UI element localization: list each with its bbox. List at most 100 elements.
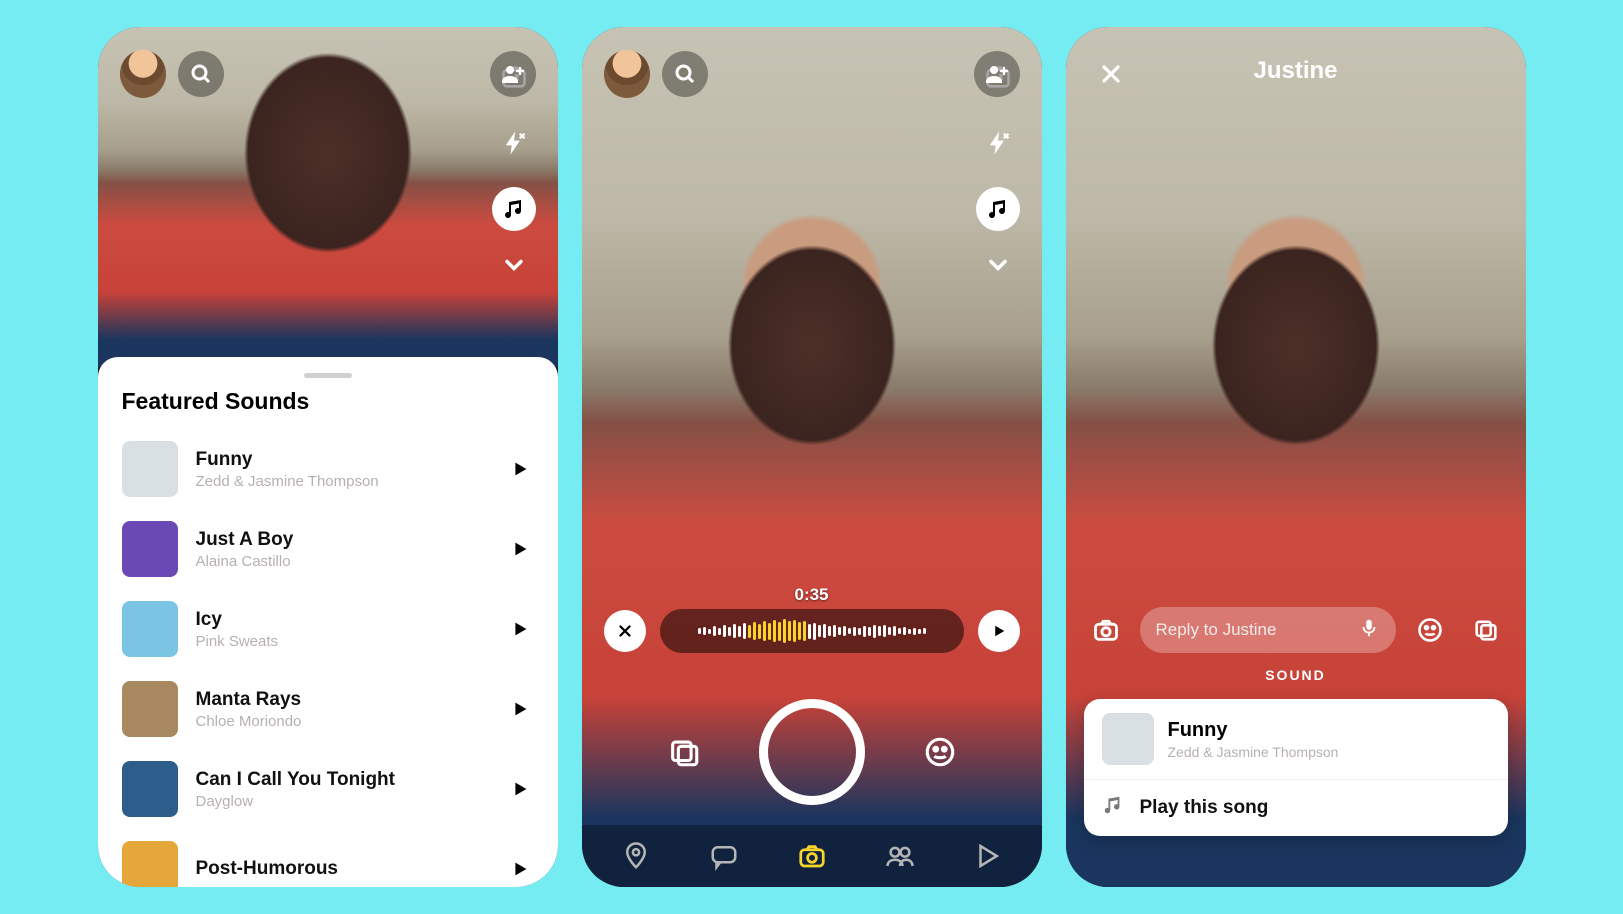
bitmoji-avatar[interactable]	[604, 51, 650, 97]
sound-row[interactable]: Just A Boy Alaina Castillo	[122, 509, 534, 589]
sound-artist: Pink Sweats	[196, 633, 279, 650]
avatar-icon	[604, 50, 650, 98]
bitmoji-avatar[interactable]	[120, 51, 166, 97]
chevron-down-icon	[984, 251, 1012, 279]
camera-reply-button[interactable]	[1084, 608, 1128, 652]
sound-art	[122, 521, 178, 577]
music-note-icon	[1102, 794, 1126, 822]
remove-sound-button[interactable]	[604, 610, 646, 652]
capture-controls	[582, 699, 1042, 805]
sound-artist: Chloe Moriondo	[196, 713, 302, 730]
sound-preview-header[interactable]: Funny Zedd & Jasmine Thompson	[1102, 713, 1490, 779]
sound-art	[122, 841, 178, 887]
add-friend-button[interactable]	[974, 51, 1020, 97]
stories-nav-icon	[885, 841, 915, 871]
sound-scrubber[interactable]	[660, 609, 964, 653]
add-friend-icon	[985, 62, 1009, 86]
sound-row[interactable]: Can I Call You Tonight Dayglow	[122, 749, 534, 829]
attachments-icon	[1472, 616, 1500, 644]
lenses-button[interactable]	[913, 725, 967, 779]
play-icon	[990, 622, 1008, 640]
play-this-song-button[interactable]: Play this song	[1102, 780, 1490, 822]
sound-row[interactable]: Icy Pink Sweats	[122, 589, 534, 669]
reply-placeholder: Reply to Justine	[1156, 620, 1277, 640]
sound-title: Funny	[1168, 719, 1339, 742]
sound-row[interactable]: Funny Zedd & Jasmine Thompson	[122, 429, 534, 509]
sound-artist: Zedd & Jasmine Thompson	[1168, 744, 1339, 760]
play-sound-button[interactable]	[506, 695, 534, 723]
flash-icon	[500, 129, 528, 157]
play-sound-button[interactable]	[506, 855, 534, 883]
shutter-button[interactable]	[759, 699, 865, 805]
music-icon	[986, 197, 1010, 221]
memories-icon	[667, 735, 701, 769]
sound-art	[122, 761, 178, 817]
sound-list: Funny Zedd & Jasmine Thompson Just A Boy…	[122, 429, 534, 887]
sender-name: Justine	[1066, 57, 1526, 85]
play-icon	[509, 538, 531, 560]
map-nav-icon	[621, 841, 651, 871]
expand-toolbar-button[interactable]	[492, 253, 536, 277]
add-friend-button[interactable]	[490, 51, 536, 97]
nav-camera[interactable]	[790, 841, 834, 871]
sound-art	[122, 681, 178, 737]
flash-button[interactable]	[976, 121, 1020, 165]
sounds-button[interactable]	[492, 187, 536, 231]
add-friend-icon	[501, 62, 525, 86]
sound-title: Just A Boy	[196, 529, 294, 551]
sound-section-label: SOUND	[1066, 667, 1526, 683]
emoji-icon	[1416, 616, 1444, 644]
sound-artist: Zedd & Jasmine Thompson	[196, 473, 379, 490]
play-sound-button[interactable]	[506, 775, 534, 803]
sheet-grabber[interactable]	[304, 373, 352, 378]
search-button[interactable]	[662, 51, 708, 97]
play-sound-button[interactable]	[506, 615, 534, 643]
search-icon	[189, 62, 213, 86]
play-icon	[509, 458, 531, 480]
voice-reply-button[interactable]	[1358, 617, 1380, 644]
music-icon	[502, 197, 526, 221]
attachments-button[interactable]	[1464, 608, 1508, 652]
nav-stories[interactable]	[878, 841, 922, 871]
spotlight-nav-icon	[973, 841, 1003, 871]
sound-title: Funny	[196, 449, 379, 471]
memories-button[interactable]	[657, 725, 711, 779]
sound-title: Can I Call You Tonight	[196, 769, 396, 791]
sound-scrubber-row	[582, 609, 1042, 653]
sound-artist: Dayglow	[196, 793, 396, 810]
sound-timestamp: 0:35	[582, 585, 1042, 605]
sound-row[interactable]: Manta Rays Chloe Moriondo	[122, 669, 534, 749]
sound-title: Post-Humorous	[196, 858, 339, 880]
sound-title: Manta Rays	[196, 689, 302, 711]
camera-nav-icon	[797, 841, 827, 871]
nav-spotlight[interactable]	[966, 841, 1010, 871]
top-bar	[582, 51, 1042, 97]
lenses-icon	[923, 735, 957, 769]
chevron-down-icon	[500, 251, 528, 279]
play-icon	[509, 698, 531, 720]
search-button[interactable]	[178, 51, 224, 97]
chat-nav-icon	[709, 841, 739, 871]
avatar-icon	[120, 50, 166, 98]
top-bar	[98, 51, 558, 97]
emoji-reply-button[interactable]	[1408, 608, 1452, 652]
expand-toolbar-button[interactable]	[976, 253, 1020, 277]
reply-input[interactable]: Reply to Justine	[1140, 607, 1396, 653]
sound-row[interactable]: Post-Humorous	[122, 829, 534, 887]
close-icon	[616, 622, 634, 640]
play-sound-button[interactable]	[978, 610, 1020, 652]
nav-chat[interactable]	[702, 841, 746, 871]
featured-sounds-sheet: Featured Sounds Funny Zedd & Jasmine Tho…	[98, 357, 558, 887]
camera-icon	[1092, 616, 1120, 644]
play-this-song-label: Play this song	[1140, 797, 1269, 819]
nav-map[interactable]	[614, 841, 658, 871]
flash-button[interactable]	[492, 121, 536, 165]
play-sound-button[interactable]	[506, 455, 534, 483]
sounds-button[interactable]	[976, 187, 1020, 231]
phone-camera-record: 0:35	[582, 27, 1042, 887]
sound-art	[122, 601, 178, 657]
play-sound-button[interactable]	[506, 535, 534, 563]
phone-sounds-sheet: Featured Sounds Funny Zedd & Jasmine Tho…	[98, 27, 558, 887]
sound-art	[122, 441, 178, 497]
sound-artist: Alaina Castillo	[196, 553, 294, 570]
